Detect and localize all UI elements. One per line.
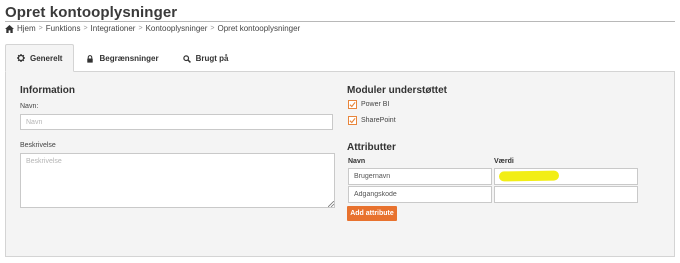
breadcrumb: Hjem > Funktions > Integrationer > Konto… bbox=[5, 24, 300, 33]
resize-handle-icon[interactable] bbox=[328, 201, 334, 207]
sharepoint-checkbox[interactable] bbox=[348, 116, 357, 125]
module-power-bi: Power BI bbox=[348, 100, 389, 109]
breadcrumb-separator: > bbox=[38, 25, 43, 32]
page-title: Opret kontooplysninger bbox=[5, 4, 178, 21]
add-attribute-button[interactable]: Add attribute bbox=[347, 206, 397, 221]
breadcrumb-functions[interactable]: Funktions bbox=[46, 24, 81, 33]
check-icon bbox=[349, 117, 356, 124]
attribute-name-input[interactable] bbox=[348, 186, 492, 203]
attribute-name-input[interactable] bbox=[348, 168, 492, 185]
attribute-name-header: Navn bbox=[348, 158, 366, 165]
name-input[interactable] bbox=[20, 114, 333, 130]
description-label: Beskrivelse bbox=[20, 142, 56, 149]
redaction-highlight bbox=[498, 170, 560, 182]
breadcrumb-account-info[interactable]: Kontooplysninger bbox=[146, 24, 208, 33]
tab-bar: Generelt Begrænsninger Brugt på bbox=[5, 44, 240, 72]
tab-restrictions-label: Begrænsninger bbox=[99, 54, 159, 63]
search-icon bbox=[182, 54, 191, 63]
tab-used-on-label: Brugt på bbox=[195, 54, 229, 63]
description-textarea[interactable] bbox=[20, 153, 335, 208]
breadcrumb-separator: > bbox=[83, 25, 88, 32]
name-label: Navn: bbox=[20, 103, 39, 110]
tab-used-on[interactable]: Brugt på bbox=[171, 44, 241, 72]
power-bi-checkbox[interactable] bbox=[348, 100, 357, 109]
power-bi-label: Power BI bbox=[361, 101, 390, 108]
home-icon[interactable] bbox=[5, 24, 14, 33]
title-divider bbox=[5, 21, 675, 22]
sharepoint-label: SharePoint bbox=[361, 117, 396, 124]
tab-general-label: Generelt bbox=[30, 53, 63, 63]
breadcrumb-integrations[interactable]: Integrationer bbox=[91, 24, 136, 33]
module-sharepoint: SharePoint bbox=[348, 116, 396, 125]
breadcrumb-current: Opret kontooplysninger bbox=[217, 24, 301, 33]
tab-general[interactable]: Generelt bbox=[5, 44, 75, 72]
modules-title: Moduler understøttet bbox=[347, 85, 447, 96]
tab-restrictions[interactable]: Begrænsninger bbox=[74, 44, 170, 72]
attribute-value-input[interactable] bbox=[494, 186, 638, 203]
general-panel: Information Navn: Beskrivelse Moduler un… bbox=[5, 71, 675, 257]
lock-icon bbox=[87, 54, 94, 63]
information-title: Information bbox=[20, 85, 75, 96]
gear-icon bbox=[17, 54, 25, 62]
attributes-title: Attributter bbox=[347, 142, 396, 153]
attribute-value-header: Værdi bbox=[494, 158, 514, 165]
breadcrumb-home[interactable]: Hjem bbox=[17, 24, 36, 33]
check-icon bbox=[349, 101, 356, 108]
breadcrumb-separator: > bbox=[138, 25, 143, 32]
breadcrumb-separator: > bbox=[210, 25, 215, 32]
